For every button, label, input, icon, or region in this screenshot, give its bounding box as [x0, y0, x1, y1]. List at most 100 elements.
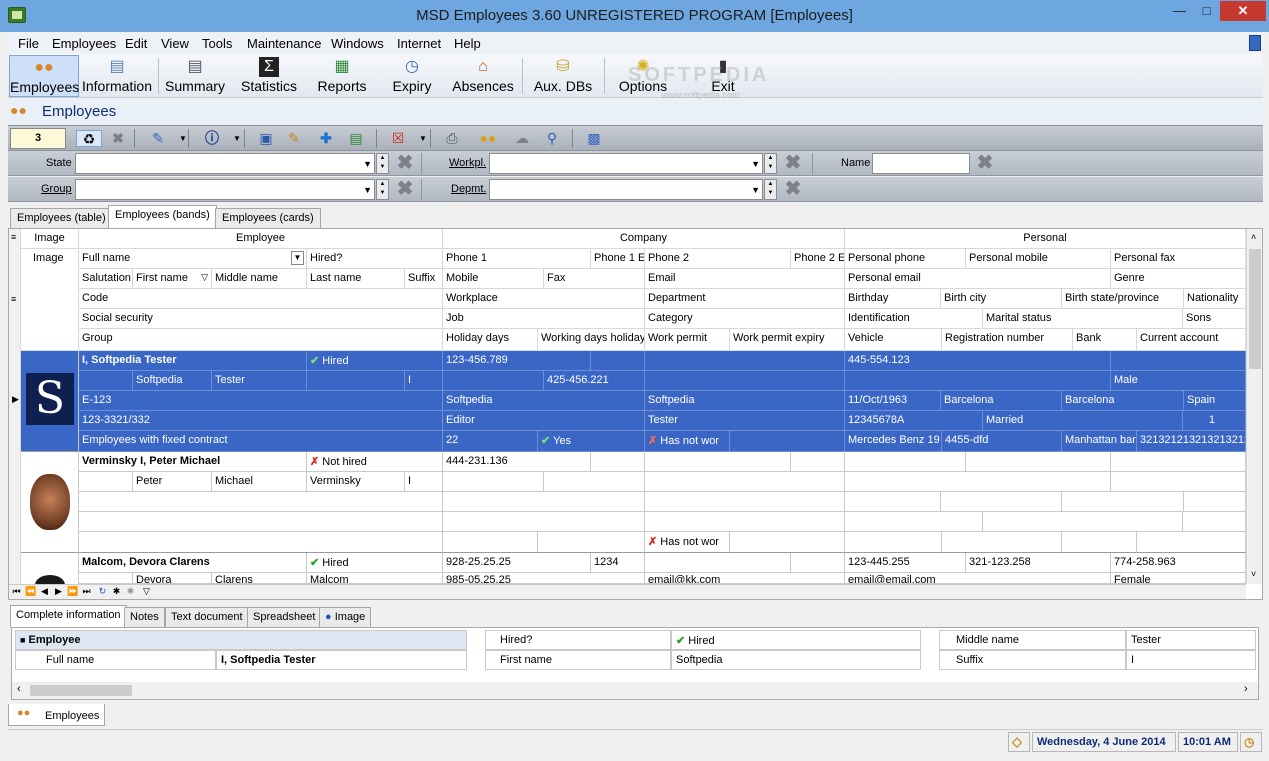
clear-name-icon[interactable]: ✖: [974, 153, 996, 174]
detail-group-employee[interactable]: ■ Employee: [15, 630, 467, 650]
column-personal-mobile[interactable]: Personal mobile: [966, 249, 1111, 269]
expiry-button[interactable]: ◷ Expiry: [380, 55, 444, 97]
column-fax[interactable]: Fax: [544, 269, 645, 289]
name-input[interactable]: [872, 153, 970, 174]
folder-icon[interactable]: ▤: [346, 130, 366, 147]
column-genre[interactable]: Genre: [1111, 269, 1246, 289]
column-birth-city[interactable]: Birth city: [941, 289, 1062, 309]
band-image[interactable]: Image: [21, 229, 79, 249]
statistics-button[interactable]: Σ Statistics: [235, 55, 303, 97]
window-tab-employees[interactable]: ●● Employees: [8, 704, 105, 726]
lock-icon[interactable]: ◇: [1008, 732, 1030, 752]
column-category[interactable]: Category: [645, 309, 845, 329]
scroll-thumb[interactable]: [1249, 249, 1261, 369]
group-spinner[interactable]: ▲ ▼: [376, 179, 389, 200]
clear-group-icon[interactable]: ✖: [394, 179, 416, 200]
menu-tools[interactable]: Tools: [202, 36, 232, 51]
print-icon[interactable]: ⎙: [442, 130, 462, 147]
scroll-up-icon[interactable]: ˄: [1251, 232, 1256, 242]
card-icon[interactable]: ▩: [584, 130, 604, 147]
scroll-down-icon[interactable]: ˅: [1251, 569, 1256, 579]
clock-icon[interactable]: ◷: [1240, 732, 1262, 752]
column-sons[interactable]: Sons: [1183, 309, 1246, 329]
nav-last-icon[interactable]: ⏭: [81, 586, 92, 597]
column-social-security[interactable]: Social security: [79, 309, 443, 329]
column-vehicle[interactable]: Vehicle: [845, 329, 942, 351]
clear-depmt-icon[interactable]: ✖: [782, 179, 804, 200]
tab-notes[interactable]: Notes: [124, 607, 165, 627]
nav-insert-icon[interactable]: ✱: [111, 586, 122, 597]
column-identification[interactable]: Identification: [845, 309, 983, 329]
group-select[interactable]: ▼: [75, 179, 375, 200]
column-phone1[interactable]: Phone 1: [443, 249, 591, 269]
column-phone1-ext[interactable]: Phone 1 E: [591, 249, 645, 269]
column-department[interactable]: Department: [645, 289, 845, 309]
link-icon[interactable]: ♻: [76, 130, 102, 147]
column-personal-fax[interactable]: Personal fax: [1111, 249, 1246, 269]
menu-employees[interactable]: Employees: [52, 36, 116, 51]
band-company[interactable]: Company: [443, 229, 845, 249]
edit-icon[interactable]: ✎: [284, 130, 304, 147]
column-current-account[interactable]: Current account: [1137, 329, 1246, 351]
column-birth-state[interactable]: Birth state/province: [1062, 289, 1184, 309]
add-icon[interactable]: ✚: [316, 130, 336, 147]
search-icon[interactable]: ⚲: [542, 130, 562, 147]
column-job[interactable]: Job: [443, 309, 645, 329]
info-icon[interactable]: ⓘ: [202, 130, 222, 147]
scroll-right-icon[interactable]: ›: [1244, 683, 1248, 695]
nav-refresh-icon[interactable]: ↻: [97, 586, 108, 597]
column-personal-email[interactable]: Personal email: [845, 269, 1111, 289]
delete-icon[interactable]: ☒: [388, 130, 408, 147]
column-bank[interactable]: Bank: [1073, 329, 1137, 351]
depmt-select[interactable]: ▼: [489, 179, 763, 200]
scroll-thumb[interactable]: [30, 685, 132, 696]
column-work-permit[interactable]: Work permit: [645, 329, 730, 351]
column-full-name[interactable]: Full name ▼: [79, 249, 307, 269]
employees-grid[interactable]: ≡ ≡ Image Employee Company Personal Imag…: [8, 228, 1263, 600]
tab-employees-bands[interactable]: Employees (bands): [108, 205, 217, 228]
grid-vertical-scrollbar[interactable]: ˄ ˅: [1246, 229, 1262, 584]
clear-workpl-icon[interactable]: ✖: [782, 153, 804, 174]
mdi-menu-icon[interactable]: [1249, 35, 1261, 51]
tab-text-document[interactable]: Text document: [165, 607, 249, 627]
tab-employees-cards[interactable]: Employees (cards): [215, 208, 321, 228]
information-button[interactable]: ▤ Information: [81, 55, 153, 97]
nav-prev-page-icon[interactable]: ⏪: [25, 586, 36, 597]
column-personal-phone[interactable]: Personal phone: [845, 249, 966, 269]
column-suffix[interactable]: Suffix: [405, 269, 443, 289]
clear-icon[interactable]: ✖: [108, 130, 128, 147]
tab-spreadsheet[interactable]: Spreadsheet: [247, 607, 322, 627]
tab-employees-table[interactable]: Employees (table): [10, 208, 113, 228]
clear-state-icon[interactable]: ✖: [394, 153, 416, 174]
column-registration-number[interactable]: Registration number: [942, 329, 1073, 351]
menu-help[interactable]: Help: [454, 36, 481, 51]
coins-icon[interactable]: ●●: [478, 130, 498, 147]
column-email[interactable]: Email: [645, 269, 845, 289]
edit-dropdown-icon[interactable]: ▼: [173, 130, 193, 147]
workpl-select[interactable]: ▼: [489, 153, 763, 174]
column-workplace[interactable]: Workplace: [443, 289, 645, 309]
employees-button[interactable]: ●● Employees: [9, 55, 79, 97]
band-employee[interactable]: Employee: [79, 229, 443, 249]
band-personal[interactable]: Personal: [845, 229, 1246, 249]
column-last-name[interactable]: Last name: [307, 269, 405, 289]
detail-hired-value[interactable]: ✔ Hired: [671, 630, 921, 650]
aux-dbs-button[interactable]: ⛁ Aux. DBs: [527, 55, 599, 97]
detail-horizontal-scrollbar[interactable]: ‹ ›: [12, 682, 1258, 699]
column-image[interactable]: Image: [21, 249, 79, 351]
menu-internet[interactable]: Internet: [397, 36, 441, 51]
nav-append-icon[interactable]: ✱: [125, 586, 136, 597]
band-chooser-icon[interactable]: ≡: [11, 294, 16, 304]
detail-middle-name-value[interactable]: Tester: [1126, 630, 1256, 650]
column-holiday-days[interactable]: Holiday days: [443, 329, 538, 351]
nav-filter-icon[interactable]: ▽: [141, 586, 152, 597]
menu-windows[interactable]: Windows: [331, 36, 384, 51]
menu-maintenance[interactable]: Maintenance: [247, 36, 321, 51]
close-button[interactable]: ✕: [1220, 1, 1266, 21]
column-salutation[interactable]: Salutation: [79, 269, 133, 289]
title-bar[interactable]: MSD Employees 3.60 UNREGISTERED PROGRAM …: [0, 0, 1269, 32]
cloud-icon[interactable]: ☁: [512, 130, 532, 147]
maximize-button[interactable]: □: [1193, 1, 1220, 21]
nav-next-icon[interactable]: ▶: [53, 586, 64, 597]
summary-button[interactable]: ▤ Summary: [161, 55, 229, 97]
